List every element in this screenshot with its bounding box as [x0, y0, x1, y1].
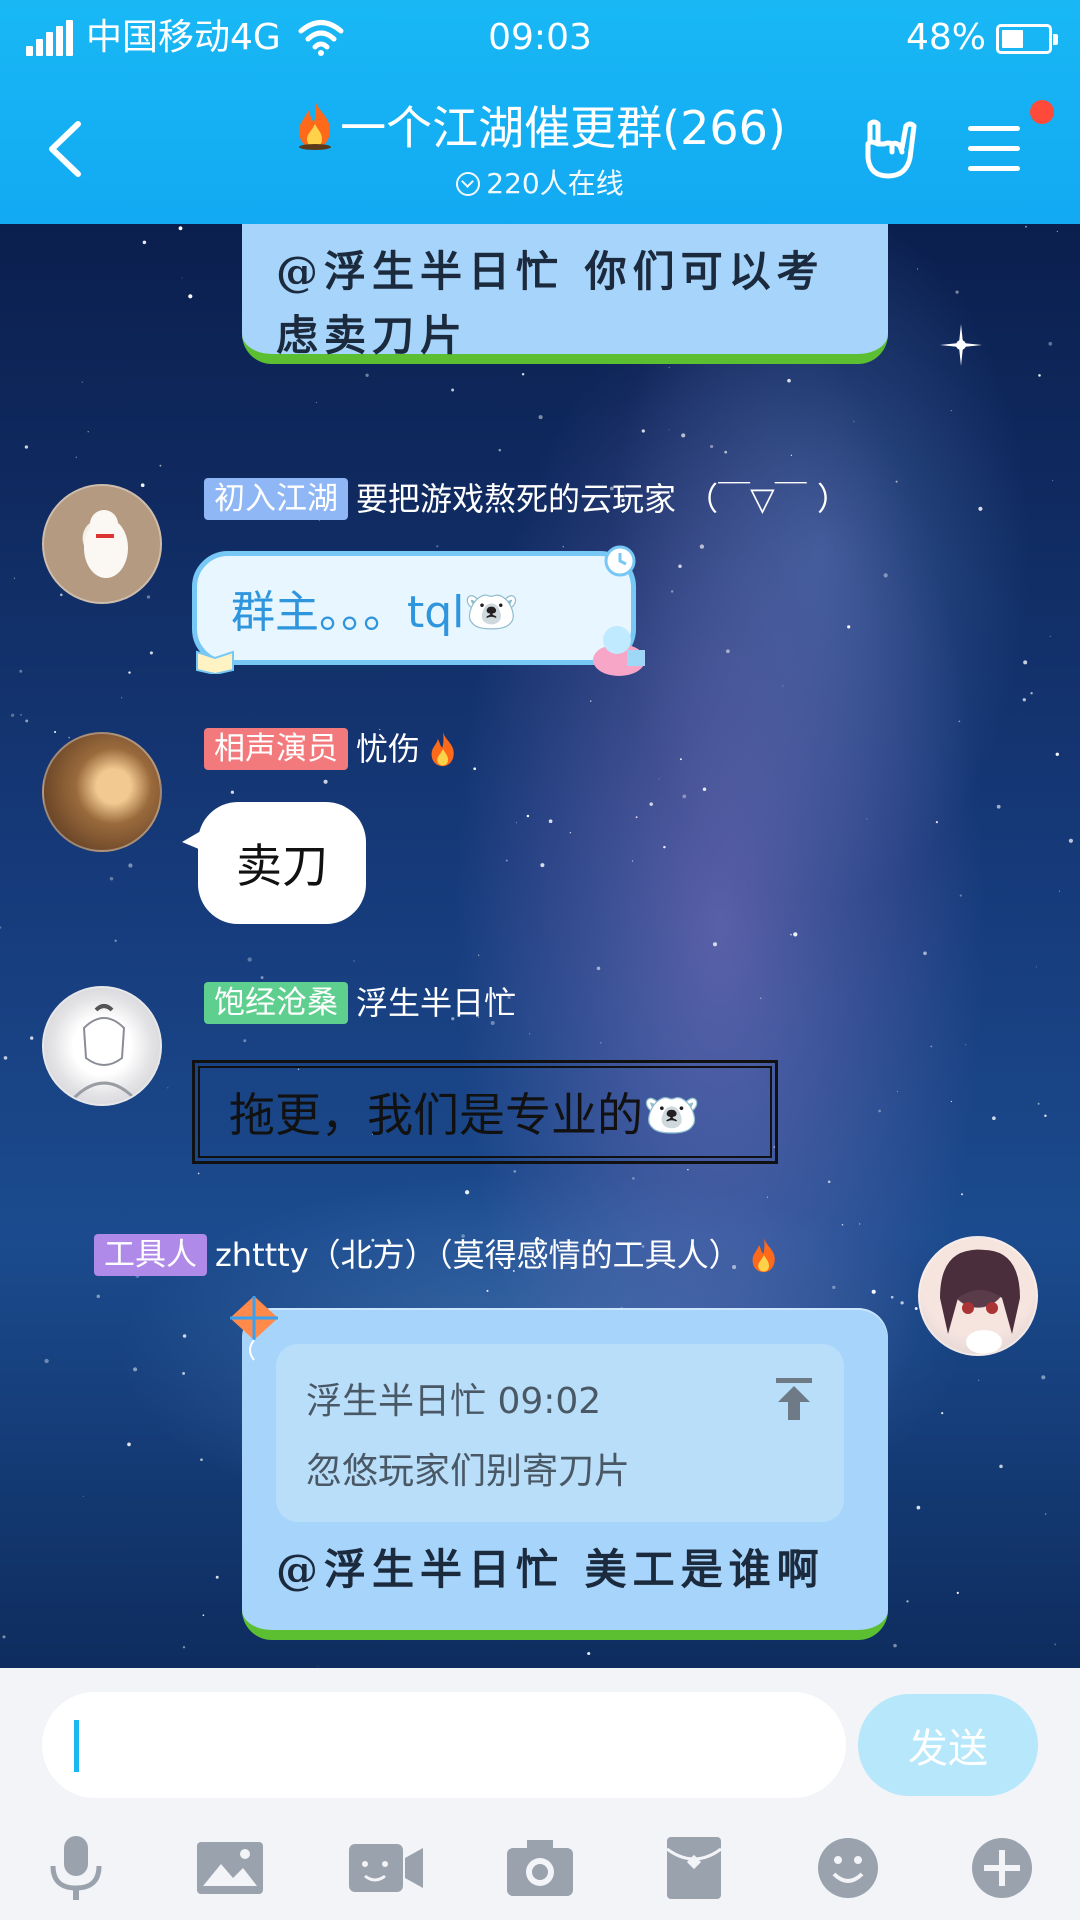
quote-text: 忽悠玩家们别寄刀片: [306, 1451, 631, 1492]
chat-header: 中国移动4G 09:03 48% 一个江湖催更群(266) 220人在线: [0, 0, 1080, 224]
book-sticker-icon: [196, 650, 234, 674]
message-bubble[interactable]: 群主。。。tql🐻‍❄️: [192, 545, 645, 676]
sticker-decoration-icon: [593, 626, 645, 676]
quote-sender-time: 浮生半日忙 09:02: [306, 1381, 602, 1422]
send-button[interactable]: 发送: [858, 1694, 1038, 1796]
bright-star: [940, 324, 982, 366]
member-title-badge: 饱经沧桑: [204, 982, 348, 1024]
avatar[interactable]: [42, 484, 162, 604]
sender-row: 饱经沧桑 浮生半日忙: [204, 980, 516, 1026]
avatar-image: [72, 1004, 136, 1100]
sender-name[interactable]: 浮生半日忙: [356, 982, 516, 1024]
rock-hand-icon[interactable]: [860, 118, 920, 182]
menu-button[interactable]: [968, 124, 1026, 174]
avatar-image: [940, 1249, 1020, 1354]
battery-icon: [996, 24, 1058, 54]
flame-icon: [299, 100, 332, 150]
message-bubble[interactable]: 浮生半日忙 09:02 忽悠玩家们别寄刀片 @浮生半日忙 美工是谁啊: [242, 1308, 888, 1640]
group-title-text: 一个江湖催更群(266): [340, 101, 786, 155]
my-avatar[interactable]: [918, 1236, 1038, 1356]
microphone-icon[interactable]: [36, 1828, 116, 1908]
sender-row: 相声演员 忧伤: [204, 726, 458, 772]
sender-name[interactable]: 要把游戏熬死的云玩家 （￣▽￣ ）: [356, 478, 849, 520]
message-text: 拖更，我们是专业的🐻‍❄️: [229, 1088, 701, 1142]
message-text: @浮生半日忙 你们可以考 虑卖刀片: [276, 247, 825, 360]
message-bubble[interactable]: 拖更，我们是专业的🐻‍❄️: [192, 1060, 778, 1164]
red-envelope-icon[interactable]: [654, 1828, 734, 1908]
plus-icon[interactable]: [962, 1828, 1042, 1908]
message-text: @浮生半日忙 美工是谁啊: [276, 1545, 825, 1594]
flame-icon: [752, 1237, 775, 1273]
jump-to-top-icon[interactable]: [774, 1376, 814, 1422]
flame-icon: [431, 731, 454, 767]
chat-area[interactable]: @浮生半日忙 你们可以考 虑卖刀片 初入江湖 要把游戏熬死的云玩家 （￣▽￣ ）…: [0, 224, 1080, 1668]
message-input[interactable]: [42, 1692, 846, 1798]
clock-sticker-icon: [604, 545, 636, 577]
camera-icon[interactable]: [500, 1828, 580, 1908]
video-call-icon[interactable]: [346, 1828, 426, 1908]
sender-name[interactable]: zhttty（北方）（莫得感情的工具人）: [215, 1234, 741, 1276]
text-cursor: [74, 1720, 79, 1772]
avatar[interactable]: [42, 986, 162, 1106]
message-bubble[interactable]: @浮生半日忙 你们可以考 虑卖刀片: [242, 224, 888, 364]
message-text: 卖刀: [236, 839, 328, 893]
message-text: 群主。。。tql🐻‍❄️: [231, 587, 520, 638]
member-title-badge: 工具人: [94, 1234, 207, 1276]
member-title-badge: 初入江湖: [204, 478, 348, 520]
battery-percent: 48%: [905, 17, 986, 58]
image-icon[interactable]: [190, 1828, 270, 1908]
sender-name[interactable]: 忧伤: [356, 728, 420, 770]
quoted-message[interactable]: 浮生半日忙 09:02 忽悠玩家们别寄刀片: [276, 1344, 844, 1522]
online-check-icon: [456, 172, 481, 196]
emoji-icon[interactable]: [808, 1828, 888, 1908]
kite-sticker-icon: [230, 1296, 278, 1361]
online-count-text: 220人在线: [486, 167, 624, 200]
notification-dot: [1030, 100, 1054, 124]
avatar-image: [84, 510, 128, 578]
sender-row: 工具人 zhttty（北方）（莫得感情的工具人）: [94, 1232, 779, 1278]
message-bubble[interactable]: 卖刀: [182, 802, 366, 924]
status-bar: 中国移动4G 09:03 48%: [0, 0, 1080, 76]
avatar[interactable]: [42, 732, 162, 852]
member-title-badge: 相声演员: [204, 728, 348, 770]
composer-bar: 发送: [0, 1668, 1080, 1920]
sender-row: 初入江湖 要把游戏熬死的云玩家 （￣▽￣ ）: [204, 476, 849, 522]
